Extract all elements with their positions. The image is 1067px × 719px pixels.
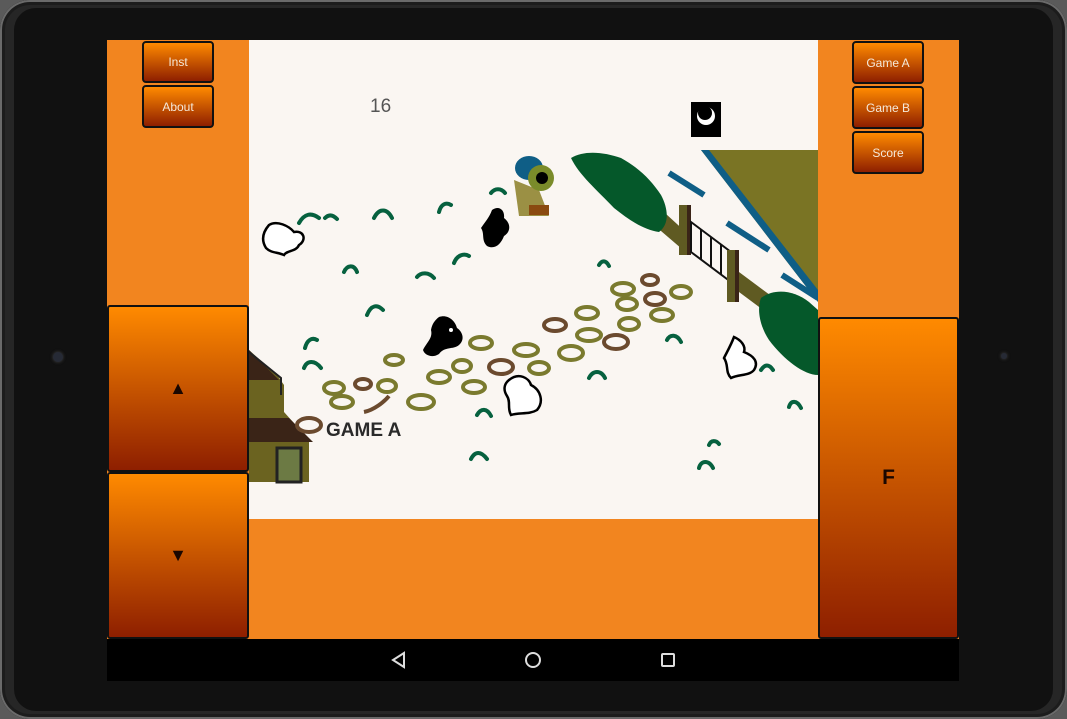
ring [468, 335, 494, 351]
grass-tuft [302, 360, 323, 370]
game-mode-label: GAME A [326, 420, 402, 441]
ring [295, 416, 323, 434]
bush [759, 291, 818, 375]
grass-tuft [323, 213, 339, 221]
grass-tuft [452, 252, 471, 265]
grass-tuft [597, 259, 611, 268]
water-line [667, 170, 706, 198]
grass-tuft [587, 370, 607, 380]
game-b-label: Game B [865, 100, 910, 115]
ring [649, 307, 675, 323]
score-button[interactable]: Score [852, 131, 924, 174]
bear-enemy [261, 221, 305, 257]
ring [602, 333, 630, 351]
front-camera [53, 352, 63, 362]
ring [512, 342, 540, 358]
grass-tuft [415, 271, 436, 280]
stepping-rings [295, 273, 693, 434]
grass-tuft [697, 460, 715, 470]
down-arrow-icon: ▼ [169, 545, 187, 565]
grass-tuft [469, 451, 489, 461]
ring [617, 316, 641, 332]
up-arrow-icon: ▲ [169, 378, 187, 398]
soldier-character [481, 207, 510, 248]
fire-label: F [882, 466, 895, 489]
recents-square-icon[interactable] [659, 651, 677, 669]
sensor [1001, 353, 1007, 359]
game-b-button[interactable]: Game B [852, 86, 924, 129]
score-display: 16 [370, 96, 392, 117]
ring [426, 369, 452, 385]
lion-enemy [722, 335, 758, 380]
grass-tuft [437, 201, 453, 214]
ring [353, 377, 373, 391]
game-scene [249, 102, 818, 484]
game-screen: Inst About Game A Game B Score 16 GAME A… [107, 40, 959, 639]
grass-tuft [365, 304, 385, 317]
bear-enemy [503, 374, 543, 417]
fence-post-shadow [735, 250, 739, 302]
up-button[interactable]: ▲ [107, 305, 249, 472]
android-navbar [107, 639, 959, 681]
inst-label: Inst [168, 55, 188, 69]
ring [451, 358, 473, 374]
game-a-label: Game A [866, 55, 910, 70]
house-door [275, 446, 303, 484]
grass-tuft [372, 208, 394, 220]
player-character [423, 316, 463, 357]
home-circle-icon[interactable] [524, 651, 542, 669]
gate [690, 220, 732, 284]
ring [669, 284, 693, 300]
grass-tuft [707, 439, 721, 447]
down-button[interactable]: ▼ [107, 472, 249, 639]
grass-tuft [303, 336, 319, 350]
score-label: Score [872, 145, 904, 160]
ring [557, 344, 585, 362]
ring [643, 291, 667, 307]
ring [640, 273, 660, 287]
ring [487, 358, 515, 376]
ring [615, 296, 639, 312]
cannon-base-stripe [529, 205, 549, 215]
ring [383, 353, 405, 367]
ring [376, 378, 398, 394]
grass-tuft [665, 333, 683, 344]
back-triangle-icon[interactable] [390, 651, 408, 669]
ring [322, 380, 346, 396]
ring [575, 327, 603, 343]
grass-tuft [342, 264, 359, 274]
cannon-bore [536, 172, 548, 184]
ring [363, 394, 391, 414]
player-eye [449, 328, 453, 332]
ring [610, 281, 636, 297]
game-field: 16 GAME A [249, 40, 818, 519]
grass-tuft [297, 212, 321, 225]
game-a-button[interactable]: Game A [852, 41, 924, 84]
inst-button[interactable]: Inst [142, 41, 214, 83]
ring [527, 360, 551, 376]
ring [461, 379, 487, 395]
ring [574, 305, 600, 321]
ring [329, 394, 355, 410]
miss-indicator-head [698, 106, 712, 120]
bush [571, 152, 667, 232]
ring [542, 317, 568, 333]
about-label: About [162, 99, 194, 114]
grass-tuft [475, 407, 493, 418]
ring [406, 393, 436, 411]
fire-button[interactable]: F [818, 317, 959, 639]
grass-tuft [489, 187, 507, 195]
grass-tuft [759, 363, 775, 372]
about-button[interactable]: About [142, 85, 214, 128]
grass-tuft [787, 399, 803, 410]
